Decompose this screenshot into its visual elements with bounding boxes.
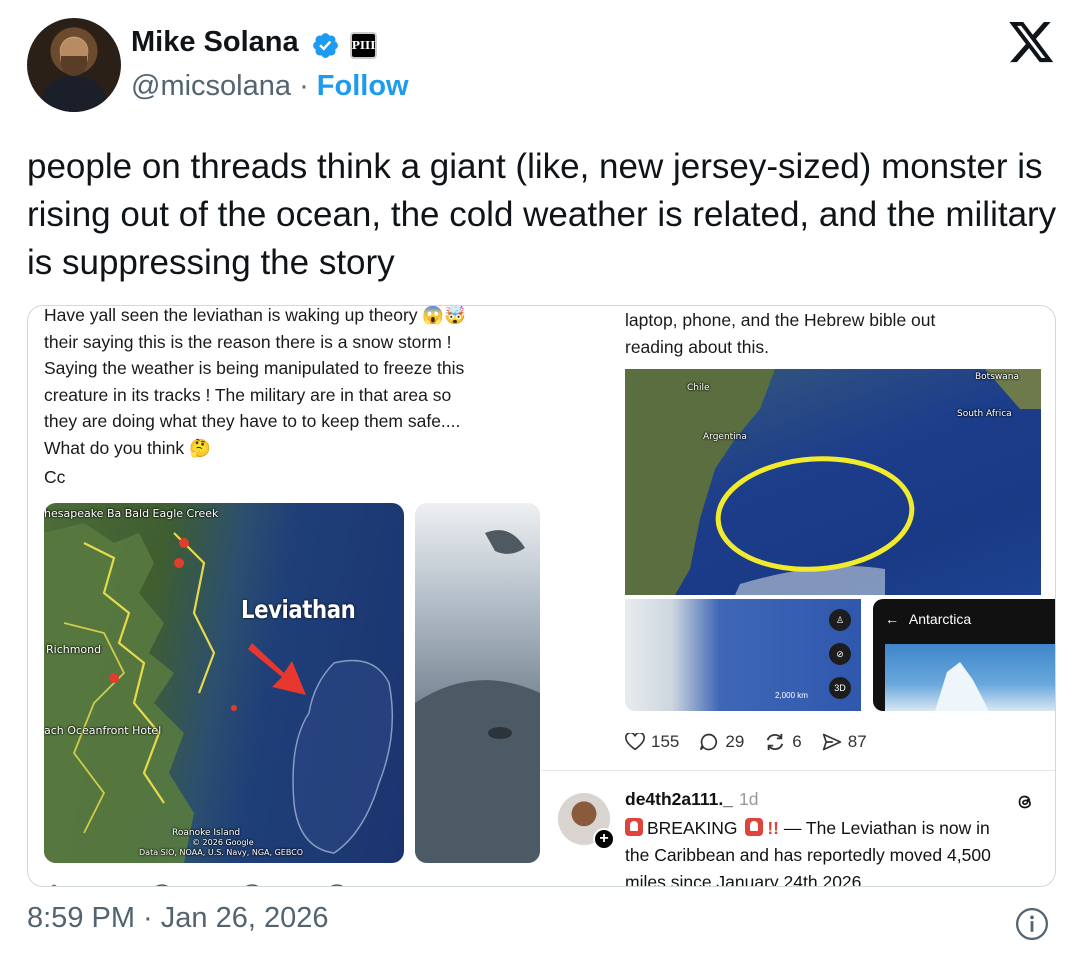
- reply-line-2: the Caribbean and has reportedly moved 4…: [625, 845, 991, 865]
- back-arrow-icon: ←: [885, 611, 899, 627]
- leviathan-label: Leviathan: [241, 595, 356, 624]
- antarctica-title-text: Antarctica: [908, 611, 972, 627]
- shares-value: 87: [847, 732, 867, 751]
- map-label-top: hesapeake Ba Bald Eagle Creek: [44, 507, 219, 520]
- share-icon: [822, 733, 841, 751]
- antarctica-title: ← Antarctica: [885, 611, 971, 627]
- map-label-chile: Chile: [687, 383, 710, 393]
- comment-icon: [700, 733, 718, 751]
- map-label-botswana: Botswana: [975, 372, 1019, 382]
- tweet-media-image[interactable]: Have yall seen the leviathan is waking u…: [27, 305, 1056, 887]
- reply-line-3: miles since January 24th 2026: [625, 872, 862, 887]
- map-label-roanoke: Roanoke Island: [172, 828, 241, 838]
- left-post-line: they are doing what they have to to keep…: [44, 411, 461, 431]
- left-post-line: What do you think 🤔: [44, 437, 211, 458]
- heart-icon: [625, 733, 645, 751]
- reply-username-line: de4th2a111._ 1d: [625, 789, 758, 810]
- x-logo-icon[interactable]: [1009, 22, 1055, 64]
- siren-icon: [745, 818, 764, 836]
- coastline-drawing: [44, 523, 394, 863]
- whale-drawing: [415, 530, 540, 863]
- map-label-hotel: ach Oceanfront Hotel: [44, 724, 162, 737]
- map-label-south-africa: South Africa: [957, 409, 1012, 419]
- handle-line: @micsolana · Follow: [131, 70, 409, 103]
- avatar-beard: [61, 56, 87, 76]
- right-post-line: laptop, phone, and the Hebrew bible out: [625, 310, 936, 330]
- author-avatar[interactable]: [27, 18, 121, 112]
- left-engagement-strip: [51, 884, 344, 886]
- reply-username: de4th2a111._: [625, 789, 733, 809]
- south-atlantic-map-image: Chile Argentina Botswana South Africa: [625, 369, 1041, 595]
- map-label-credits: Data SIO, NOAA, U.S. Navy, NGA, GEBCO: [139, 848, 304, 857]
- shares-count: 87: [822, 732, 867, 752]
- antarctica-map-thumbnail: ♙ ⊘ 3D 2,000 km: [625, 599, 861, 711]
- comments-value: 29: [725, 732, 745, 751]
- map-label-argentina: Argentina: [703, 432, 747, 442]
- map-scale-label: 2,000 km: [775, 691, 808, 700]
- red-arrow-icon: [248, 643, 306, 695]
- left-post-line: Saying the weather is being manipulated …: [44, 358, 465, 378]
- likes-value: 155: [651, 732, 680, 751]
- map-label-google: © 2026 Google: [192, 838, 254, 847]
- reply-text: BREAKING !! — The Leviathan is now in th…: [625, 815, 1050, 887]
- left-map-image: hesapeake Ba Bald Eagle Creek Richmond a…: [44, 503, 404, 863]
- handle-separator: ·: [299, 70, 309, 102]
- author-handle[interactable]: @micsolana: [131, 70, 291, 102]
- left-post-line: Have yall seen the leviathan is waking u…: [44, 305, 466, 325]
- comments-count: 29: [699, 732, 744, 752]
- left-post-line: their saying this is the reason there is…: [44, 331, 452, 352]
- repost-icon: [767, 733, 784, 751]
- reposts-value: 6: [792, 732, 802, 751]
- engagement-bar: 155 29 6 87: [625, 730, 887, 754]
- siren-icon: [625, 818, 643, 836]
- plus-icon: +: [593, 828, 615, 850]
- reply-line-1-rest: — The Leviathan is now in: [783, 818, 990, 838]
- author-name[interactable]: Mike Solana: [131, 26, 299, 59]
- likes-count: 155: [625, 732, 679, 752]
- antarctica-photo-thumbnail: ← Antarctica: [873, 599, 1055, 711]
- reposts-count: 6: [764, 732, 802, 752]
- affiliate-badge-icon[interactable]: PIII: [350, 32, 377, 59]
- verified-badge-icon: [313, 33, 338, 58]
- left-post-line: creature in its tracks ! The military ar…: [44, 384, 452, 405]
- person-icon: ♙: [829, 609, 851, 631]
- threads-icon: [1018, 795, 1031, 809]
- map-label-richmond: Richmond: [46, 643, 102, 656]
- breaking-label: BREAKING: [647, 818, 738, 838]
- tweet-text: people on threads think a giant (like, n…: [27, 147, 1057, 282]
- reply-line-1: BREAKING !! — The Leviathan is now in: [625, 815, 1050, 842]
- left-post-text: Have yall seen the leviathan is waking u…: [44, 306, 544, 491]
- map-3d-button: 3D: [829, 677, 851, 699]
- whale-image: [415, 503, 540, 863]
- reply-time: 1d: [739, 789, 759, 809]
- follow-button[interactable]: Follow: [317, 70, 409, 102]
- iceberg-photo: [885, 644, 1055, 711]
- reply-divider: [541, 770, 1055, 771]
- compass-icon: ⊘: [829, 643, 851, 665]
- right-post-text: laptop, phone, and the Hebrew bible out …: [625, 306, 1045, 360]
- tweet-timestamp[interactable]: 8:59 PM · Jan 26, 2026: [27, 902, 328, 935]
- right-post-line: reading about this.: [625, 336, 769, 357]
- avatar-coat: [41, 76, 107, 112]
- south-atlantic-drawing: [625, 369, 1041, 595]
- info-icon[interactable]: [1015, 907, 1049, 941]
- double-exclamation: !!: [767, 818, 779, 838]
- left-post-line: Cc: [44, 467, 66, 487]
